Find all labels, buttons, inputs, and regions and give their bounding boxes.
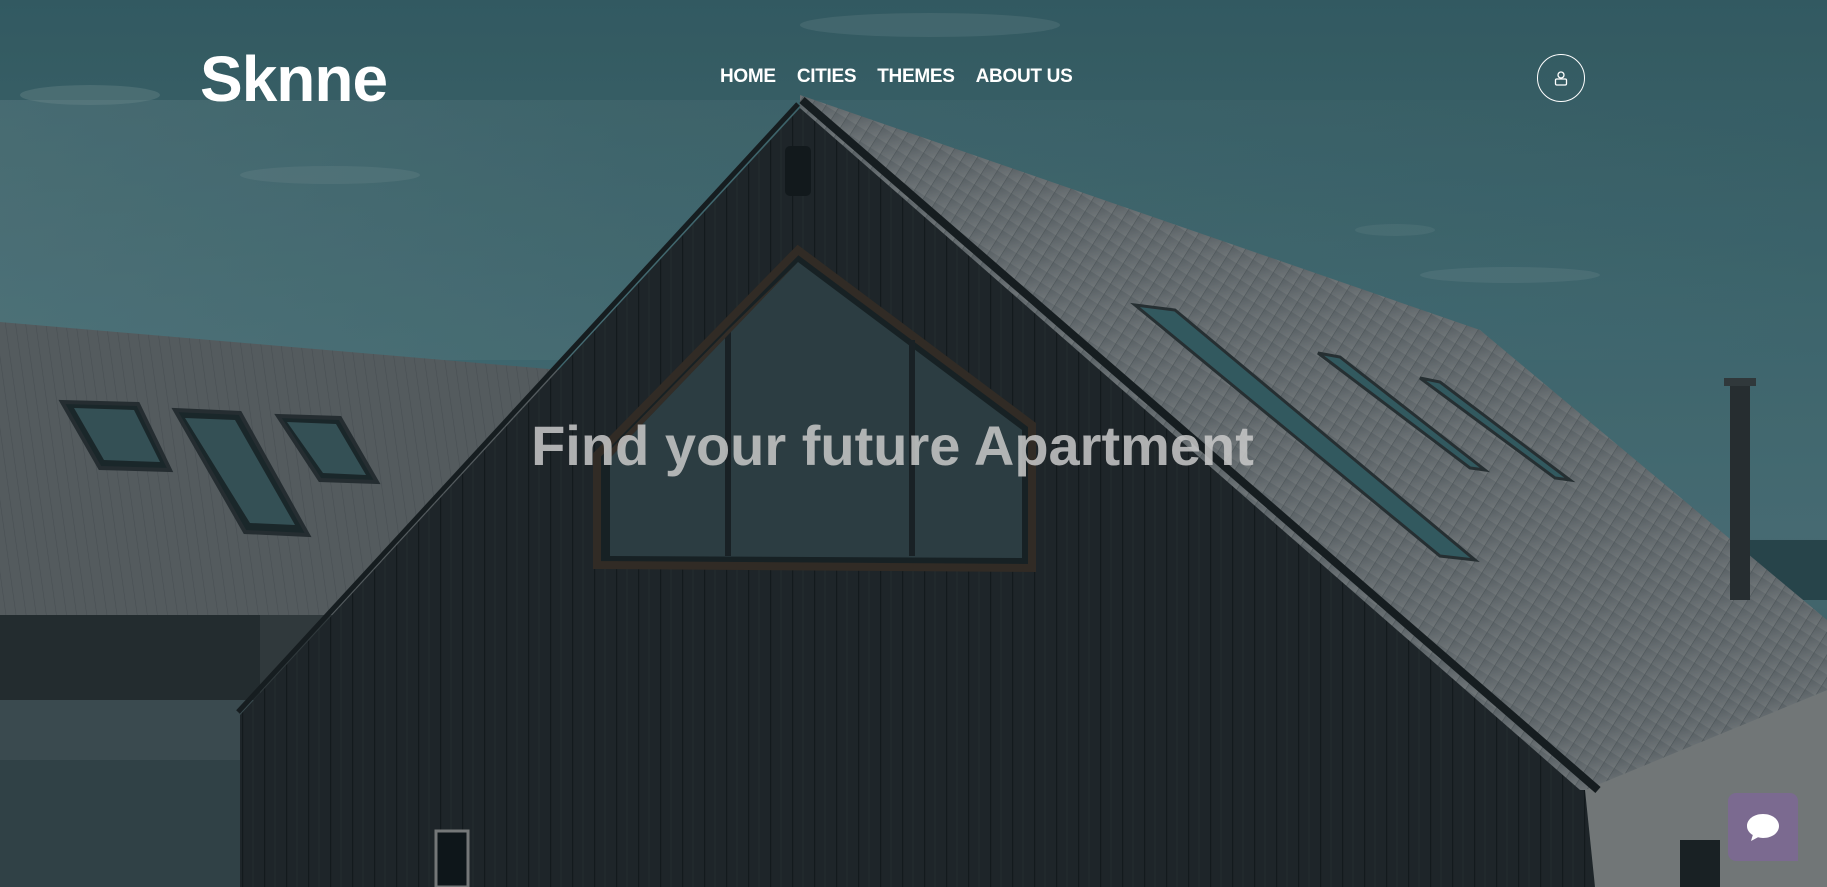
main-nav: HOME CITIES THEMES ABOUT US — [720, 64, 1073, 90]
site-logo[interactable]: Sknne — [200, 42, 388, 116]
chat-bubble-icon — [1747, 814, 1779, 841]
hero-headline: Find your future Apartment — [531, 414, 1254, 477]
nav-themes[interactable]: THEMES — [877, 64, 955, 90]
nav-home[interactable]: HOME — [720, 64, 776, 90]
user-icon — [1554, 71, 1568, 86]
chat-widget-button[interactable] — [1728, 793, 1798, 861]
account-button[interactable] — [1537, 54, 1585, 102]
hero-section: Sknne HOME CITIES THEMES ABOUT US Find y… — [0, 0, 1827, 887]
nav-about-us[interactable]: ABOUT US — [976, 64, 1073, 90]
nav-cities[interactable]: CITIES — [797, 64, 857, 90]
